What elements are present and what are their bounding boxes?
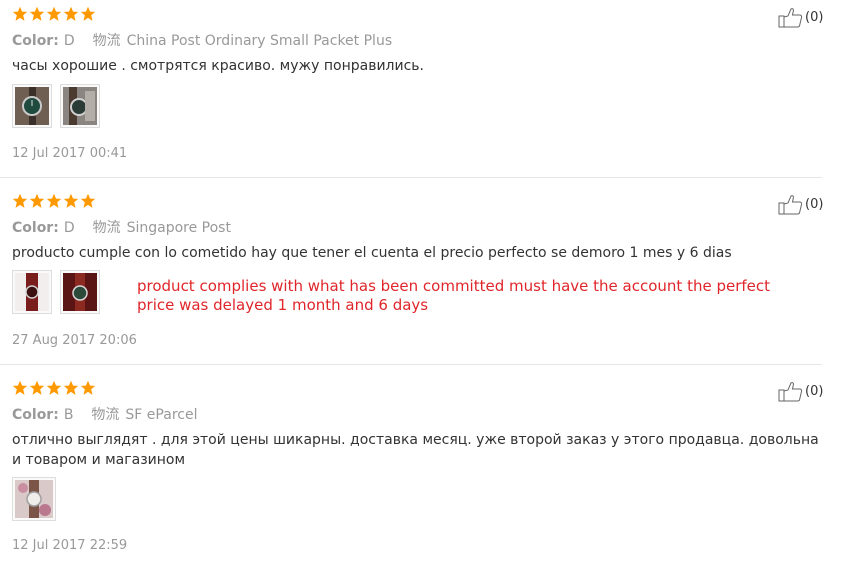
review-item: (0) Color: B 物流 SF eParcel отлично выглядят…: [0, 380, 823, 560]
shipping-label: 物流: [92, 33, 121, 49]
helpful-count: (0): [805, 384, 824, 399]
review-text: producto cumple con lo cometido hay que …: [12, 245, 732, 261]
watch-photo-icon: [15, 273, 49, 311]
review-meta: Color: D 物流 China Post Ordinary Small Packe…: [12, 30, 392, 50]
star-rating: [12, 6, 96, 24]
review-text: часы хорошие . смотрятся красиво. мужу п…: [12, 58, 425, 74]
shipping-label: 物流: [91, 407, 120, 423]
star-rating: [12, 193, 96, 211]
helpful-button[interactable]: (0): [778, 381, 823, 402]
helpful-count: (0): [805, 10, 824, 25]
star-icon: [29, 380, 45, 395]
star-icon: [29, 193, 45, 208]
star-icon: [46, 380, 62, 395]
star-rating: [12, 380, 96, 398]
helpful-count: (0): [805, 197, 824, 212]
shipping-method: Singapore Post: [126, 220, 231, 236]
color-label: Color:: [12, 407, 59, 423]
color-value: B: [63, 407, 74, 423]
thumbs-up-icon: [778, 382, 803, 402]
review-meta: Color: D 物流 Singapore Post: [12, 217, 231, 237]
review-item: (0) Color: D 物流 Singapore Post producto cum…: [0, 193, 823, 365]
star-icon: [80, 380, 96, 395]
watch-photo-icon: [63, 87, 97, 125]
star-icon: [63, 6, 79, 21]
review-image[interactable]: [12, 477, 56, 521]
color-label: Color:: [12, 220, 59, 236]
thumbs-up-icon: [778, 195, 803, 215]
review-images: [12, 270, 100, 314]
color-value: D: [63, 220, 75, 236]
star-icon: [12, 193, 28, 208]
star-icon: [63, 380, 79, 395]
star-icon: [12, 6, 28, 21]
review-image[interactable]: [60, 84, 100, 128]
star-icon: [29, 6, 45, 21]
review-item: (0) Color: D 物流 China Post Ordinary Small P…: [0, 6, 823, 178]
star-icon: [46, 6, 62, 21]
review-image[interactable]: [12, 84, 52, 128]
star-icon: [46, 193, 62, 208]
star-icon: [80, 6, 96, 21]
review-translation: product complies with what has been comm…: [137, 277, 771, 314]
watch-photo-icon: [15, 87, 49, 125]
review-meta: Color: B 物流 SF eParcel: [12, 404, 197, 424]
review-text: отлично выглядят . для этой цены шикарны…: [12, 432, 819, 468]
thumbs-up-icon: [778, 8, 803, 28]
review-date: 27 Aug 2017 20:06: [12, 333, 137, 348]
star-icon: [63, 193, 79, 208]
shipping-method: SF eParcel: [125, 407, 198, 423]
star-icon: [12, 380, 28, 395]
shipping-label: 物流: [92, 220, 121, 236]
review-date: 12 Jul 2017 22:59: [12, 538, 128, 553]
watch-photo-icon: [63, 273, 97, 311]
review-date: 12 Jul 2017 00:41: [12, 146, 128, 161]
helpful-button[interactable]: (0): [778, 7, 823, 28]
star-icon: [80, 193, 96, 208]
helpful-button[interactable]: (0): [778, 194, 823, 215]
review-image[interactable]: [60, 270, 100, 314]
shipping-method: China Post Ordinary Small Packet Plus: [126, 33, 393, 49]
color-value: D: [63, 33, 75, 49]
review-images: [12, 477, 56, 521]
watch-photo-icon: [15, 480, 53, 518]
review-images: [12, 84, 100, 128]
review-image[interactable]: [12, 270, 52, 314]
color-label: Color:: [12, 33, 59, 49]
